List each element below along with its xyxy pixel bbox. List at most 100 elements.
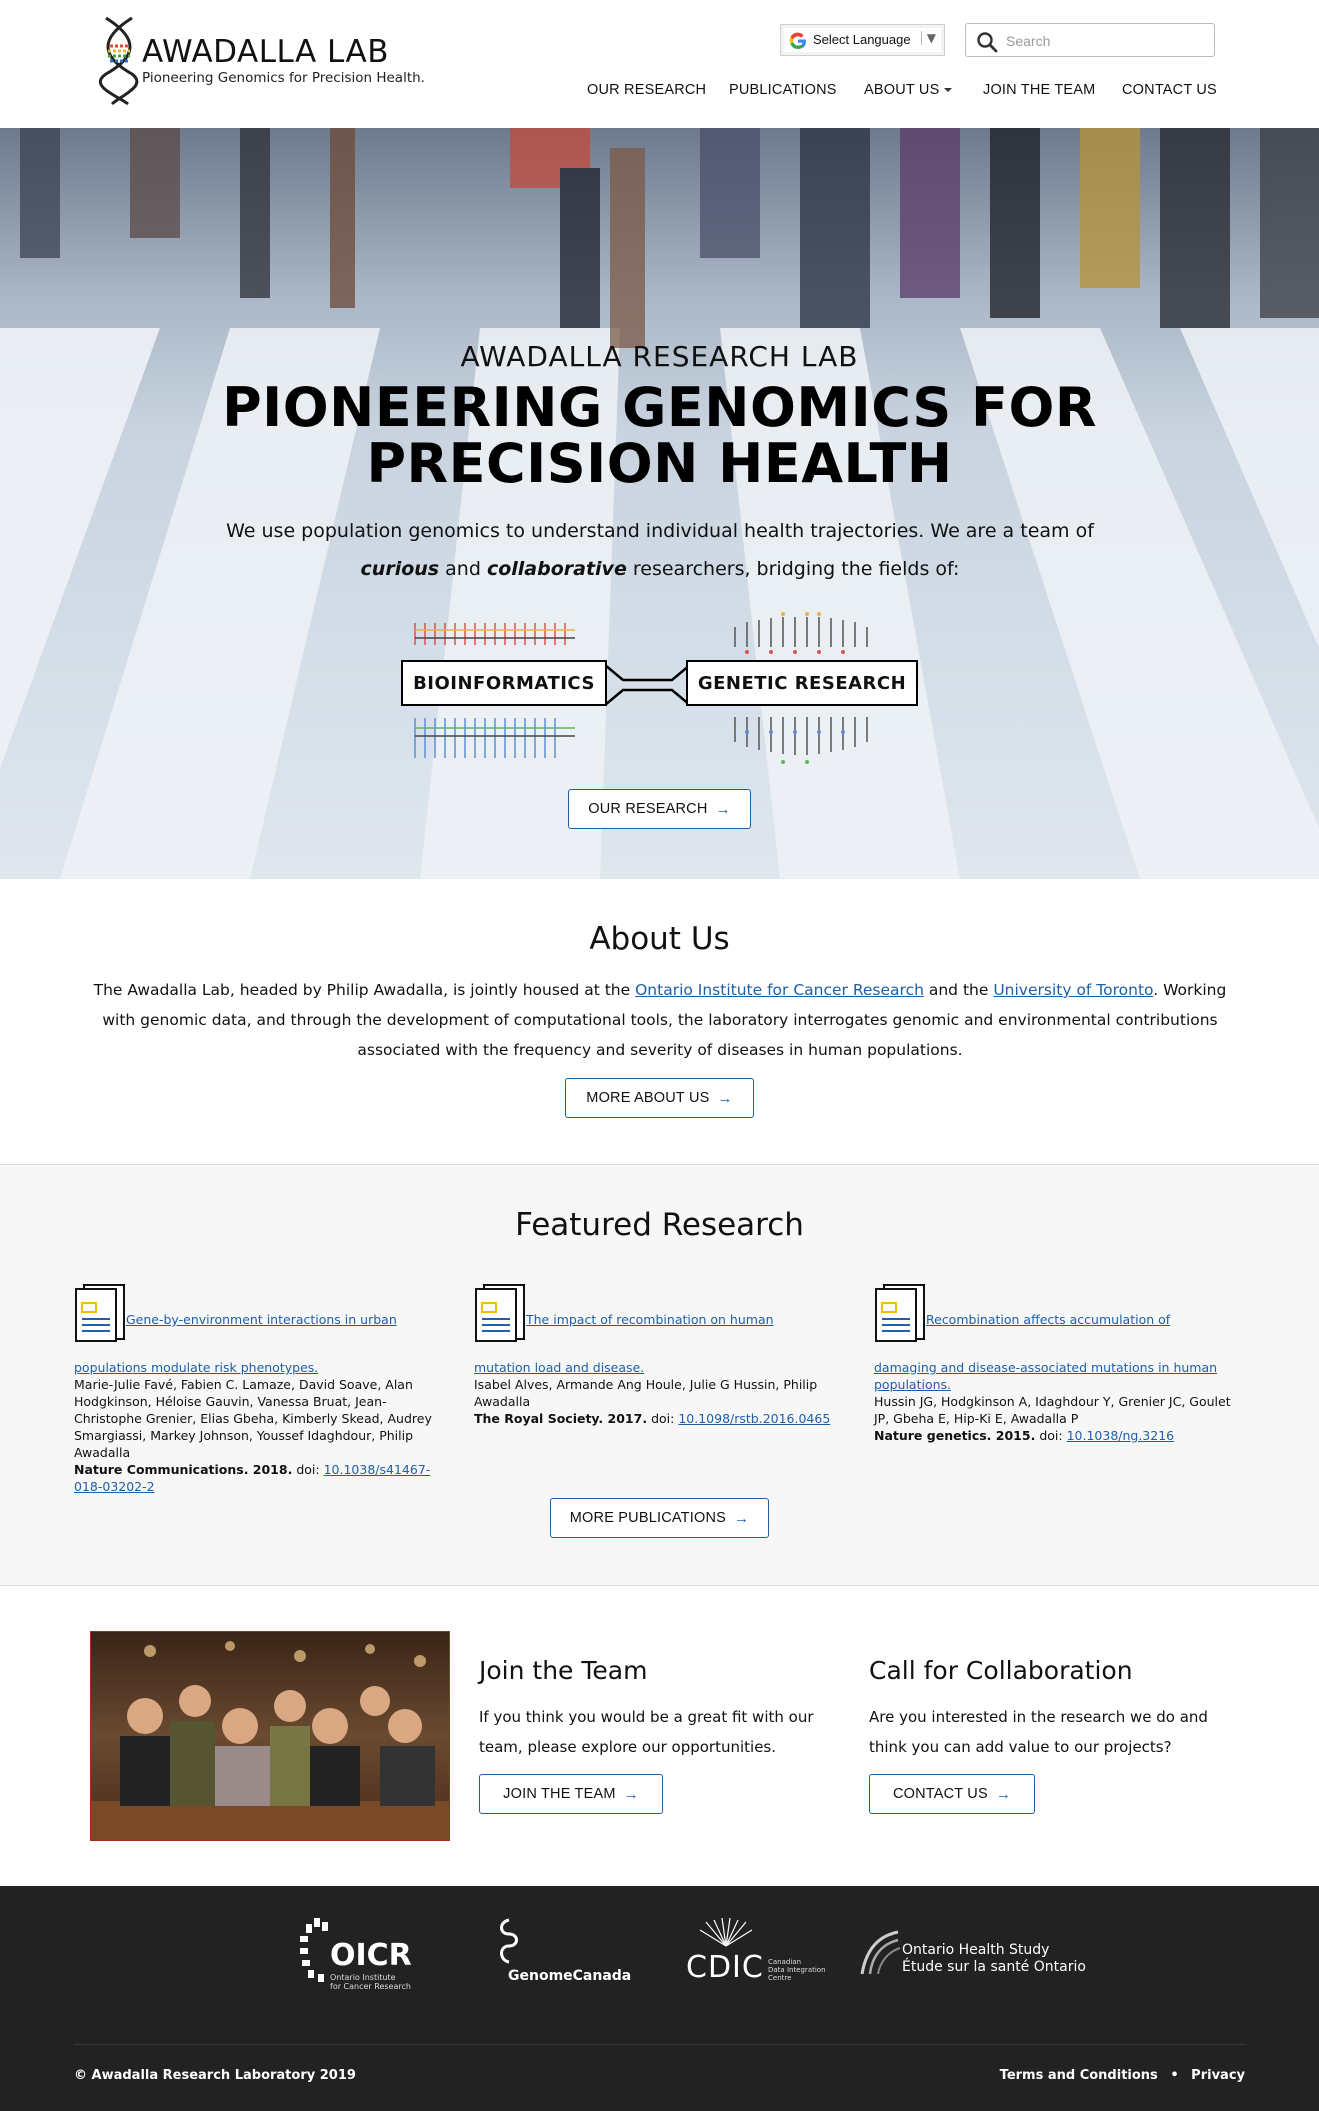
- about-text-part-2: and the: [928, 981, 989, 999]
- genome-canada-logo[interactable]: GenomeCanada: [494, 1916, 631, 1996]
- cdic-logo[interactable]: CDIC Canadian Data Integration Centre: [686, 1916, 826, 1996]
- publication-details: mutation load and disease. Isabel Alves,…: [474, 1359, 839, 1427]
- publication-authors: Hussin JG, Hodgkinson A, Idaghdour Y, Gr…: [874, 1394, 1231, 1426]
- oicr-sub-2: for Cancer Research: [330, 1982, 411, 1991]
- privacy-link[interactable]: Privacy: [1191, 2068, 1245, 2083]
- arrow-right-icon: →: [995, 1785, 1012, 1803]
- document-icon: [75, 1284, 125, 1342]
- more-publications-button[interactable]: MORE PUBLICATIONS →: [550, 1498, 769, 1538]
- logo-title[interactable]: AWADALLA LAB: [142, 34, 389, 70]
- publication-details: populations modulate risk phenotypes. Ma…: [74, 1359, 439, 1495]
- nav-contact-us[interactable]: CONTACT US: [1122, 82, 1217, 98]
- nav-publications[interactable]: PUBLICATIONS: [729, 82, 837, 98]
- about-section: About Us The Awadalla Lab, headed by Phi…: [0, 879, 1319, 1165]
- genome-canada-name: GenomeCanada: [508, 1968, 632, 1984]
- hero-title-line-2: PRECISION HEALTH: [366, 432, 953, 495]
- language-selector[interactable]: Select Language ▼: [780, 24, 945, 56]
- publication-title-link-cont[interactable]: damaging and disease-associated mutation…: [874, 1360, 1217, 1392]
- hero-subtitle: AWADALLA RESEARCH LAB: [460, 340, 859, 373]
- featured-research-section: Featured Research Gene-by-environment in…: [0, 1165, 1319, 1586]
- publication-journal: Nature Communications. 2018. doi: 10.103…: [74, 1461, 439, 1495]
- search-box[interactable]: [965, 23, 1215, 57]
- publication-title-link-cont[interactable]: populations modulate risk phenotypes.: [74, 1360, 318, 1375]
- publication-title-link-cont[interactable]: mutation load and disease.: [474, 1360, 644, 1375]
- publication-title-link[interactable]: Gene-by-environment interactions in urba…: [126, 1311, 397, 1328]
- doi-label: doi:: [296, 1462, 320, 1477]
- contact-us-button[interactable]: CONTACT US →: [869, 1774, 1035, 1814]
- copyright: © Awadalla Research Laboratory 2019: [74, 2068, 356, 2083]
- publication-details: damaging and disease-associated mutation…: [874, 1359, 1239, 1444]
- team-photo: [90, 1631, 450, 1841]
- ohs-mark-icon: [860, 1930, 901, 1975]
- ontario-health-study-logo[interactable]: Ontario Health Study Étude sur la santé …: [858, 1916, 1086, 1996]
- publication-title-link[interactable]: The impact of recombination on human: [526, 1311, 774, 1328]
- logo-tagline: Pioneering Genomics for Precision Health…: [142, 70, 425, 86]
- ohs-line-2: Étude sur la santé Ontario: [902, 1959, 1086, 1975]
- hero-section: AWADALLA RESEARCH LAB PIONEERING GENOMIC…: [0, 128, 1319, 879]
- nav-our-research[interactable]: OUR RESEARCH: [587, 82, 706, 98]
- search-icon[interactable]: [976, 31, 998, 53]
- document-icon: [875, 1284, 925, 1342]
- our-research-button[interactable]: OUR RESEARCH →: [568, 789, 751, 829]
- collab-text: Are you interested in the research we do…: [869, 1708, 1208, 1756]
- search-input[interactable]: [1006, 28, 1206, 54]
- hero-title: PIONEERING GENOMICS FOR PRECISION HEALTH: [0, 380, 1319, 492]
- join-title: Join the Team: [479, 1656, 648, 1685]
- bridge-connector: [605, 664, 690, 706]
- about-text-part-1: The Awadalla Lab, headed by Philip Awada…: [93, 981, 631, 999]
- oicr-name: OICR: [330, 1938, 412, 1973]
- nav-about-us[interactable]: ABOUT US: [864, 82, 953, 98]
- genome-canada-mark-icon: [500, 1918, 518, 1964]
- collab-title: Call for Collaboration: [869, 1656, 1133, 1685]
- more-about-us-button[interactable]: MORE ABOUT US →: [565, 1078, 754, 1118]
- document-icon: [475, 1284, 525, 1342]
- terms-link[interactable]: Terms and Conditions: [1000, 2068, 1158, 2083]
- featured-title: Featured Research: [515, 1207, 804, 1243]
- site-header: AWADALLA LAB Pioneering Genomics for Pre…: [0, 0, 1319, 128]
- about-text: The Awadalla Lab, headed by Philip Awada…: [90, 975, 1230, 1065]
- journal-name: The Royal Society. 2017.: [474, 1411, 648, 1426]
- contact-us-button-label: CONTACT US: [892, 1786, 988, 1802]
- doi-label: doi:: [1039, 1428, 1063, 1443]
- oicr-logo[interactable]: OICR Ontario Institute for Cancer Resear…: [300, 1916, 412, 1996]
- footer-links: Terms and Conditions • Privacy: [992, 2068, 1245, 2083]
- our-research-button-label: OUR RESEARCH: [588, 801, 708, 817]
- hero-lead-rest: researchers, bridging the fields of:: [632, 558, 960, 580]
- publication-title-link[interactable]: Recombination affects accumulation of: [926, 1311, 1170, 1328]
- cdic-mark-icon: [699, 1918, 753, 1947]
- arrow-right-icon: →: [623, 1785, 639, 1803]
- google-icon: [789, 32, 806, 50]
- nav-join-the-team[interactable]: JOIN THE TEAM: [983, 82, 1095, 98]
- more-about-us-button-label: MORE ABOUT US: [586, 1090, 710, 1106]
- journal-name: Nature genetics. 2015.: [874, 1428, 1036, 1443]
- cdic-sub-3: Centre: [768, 1974, 792, 1982]
- about-title: About Us: [589, 921, 730, 957]
- arrow-right-icon: →: [717, 1089, 733, 1107]
- doi-link[interactable]: 10.1038/ng.3216: [1067, 1428, 1175, 1443]
- uoft-link[interactable]: University of Toronto: [993, 981, 1153, 999]
- crowd-crosswalk-background: [0, 128, 1319, 879]
- hero-lead: We use population genomics to understand…: [160, 512, 1160, 588]
- more-publications-button-label: MORE PUBLICATIONS: [569, 1510, 726, 1526]
- nav-about-label: ABOUT US: [864, 82, 940, 98]
- join-the-team-button-label: JOIN THE TEAM: [503, 1786, 616, 1802]
- hero-lead-curious: curious: [360, 558, 440, 580]
- hero-lead-and: and: [445, 558, 481, 580]
- hero-lead-line-1: We use population genomics to understand…: [226, 520, 1094, 542]
- oicr-link[interactable]: Ontario Institute for Cancer Research: [635, 981, 924, 999]
- chevron-down-icon: [944, 88, 953, 93]
- cdic-name: CDIC: [686, 1950, 764, 1985]
- publication-journal: Nature genetics. 2015. doi: 10.1038/ng.3…: [874, 1427, 1239, 1444]
- hero-lead-collaborative: collaborative: [486, 558, 627, 580]
- doi-label: doi:: [651, 1411, 675, 1426]
- doi-link[interactable]: 10.1098/rstb.2016.0465: [678, 1411, 830, 1426]
- oicr-mark-icon: [300, 1918, 328, 1982]
- dropdown-arrow-icon: ▼: [920, 31, 936, 45]
- oicr-sub-1: Ontario Institute: [330, 1973, 396, 1982]
- genetic-research-label: GENETIC RESEARCH: [686, 660, 918, 706]
- footer-separator: •: [1170, 2068, 1179, 2083]
- join-the-team-button[interactable]: JOIN THE TEAM →: [479, 1774, 663, 1814]
- bioinformatics-label: BIOINFORMATICS: [401, 660, 607, 706]
- publication-authors: Marie-Julie Favé, Fabien C. Lamaze, Davi…: [74, 1377, 432, 1460]
- ohs-line-1: Ontario Health Study: [902, 1942, 1050, 1958]
